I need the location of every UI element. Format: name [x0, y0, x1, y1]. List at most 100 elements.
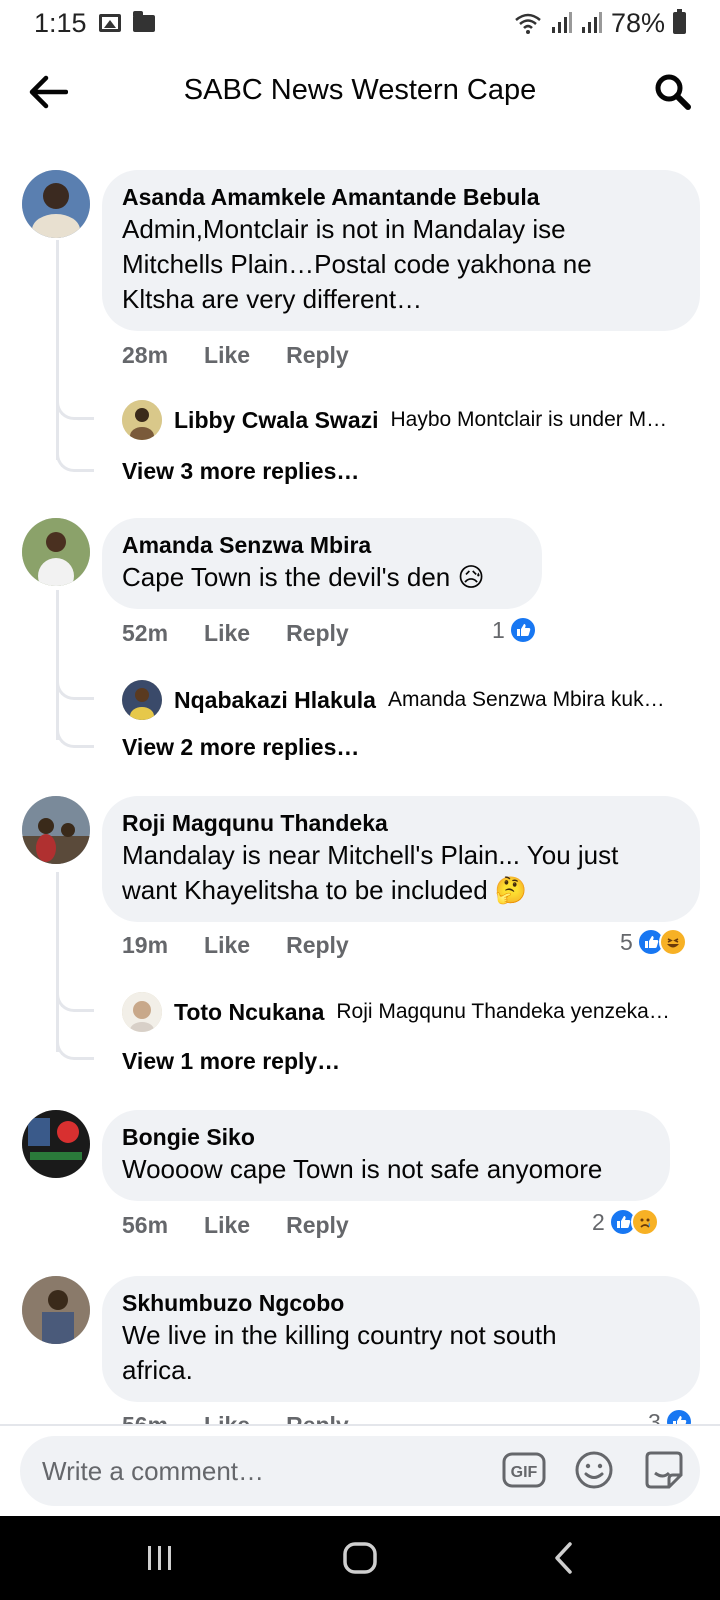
avatar-photo-icon	[22, 518, 90, 586]
reply-preview[interactable]: Libby Cwala Swazi Haybo Montclair is und…	[122, 400, 692, 440]
gif-button[interactable]: GIF	[502, 1448, 546, 1492]
comment-author[interactable]: Skhumbuzo Ngcobo	[122, 1288, 680, 1318]
comment-time: 52m	[122, 620, 169, 646]
comment-composer: GIF	[0, 1426, 720, 1516]
emoji-button[interactable]	[572, 1448, 616, 1492]
comment-text: Woooow cape Town is not safe anyomore	[122, 1154, 603, 1184]
comment-author[interactable]: Amanda Senzwa Mbira	[122, 530, 522, 560]
reaction-count: 1	[492, 616, 505, 643]
thread-branch	[56, 1036, 94, 1060]
avatar-photo-icon	[122, 680, 162, 720]
like-button[interactable]: Like	[204, 1212, 250, 1239]
like-reaction-icon	[508, 616, 537, 644]
system-navigation-bar	[0, 1516, 720, 1600]
like-button[interactable]: Like	[204, 342, 250, 369]
reply-text: Haybo Montclair is under M…	[390, 408, 668, 431]
signal-icon-2	[581, 12, 602, 33]
comment-author[interactable]: Asanda Amamkele Amantande Bebula	[122, 182, 680, 212]
thread-line	[56, 872, 59, 1052]
thread-branch	[56, 396, 94, 420]
reply-avatar[interactable]	[122, 680, 162, 720]
thread-branch	[56, 988, 94, 1012]
reply-avatar[interactable]	[122, 400, 162, 440]
reply-author[interactable]: Toto Ncukana	[174, 999, 324, 1026]
view-more-replies-button[interactable]: View 3 more replies…	[122, 458, 359, 485]
reaction-count: 2	[592, 1208, 605, 1235]
reply-text: Amanda Senzwa Mbira kuk…	[387, 688, 665, 711]
reply-author[interactable]: Libby Cwala Swazi	[174, 407, 379, 434]
search-button[interactable]	[652, 72, 694, 112]
signal-icon-1	[551, 12, 572, 33]
reply-author[interactable]: Nqabakazi Hlakula	[174, 687, 376, 714]
thread-branch	[56, 676, 94, 700]
reply-preview[interactable]: Toto Ncukana Roji Magqunu Thandeka yenze…	[122, 992, 692, 1032]
comment-actions: 52m Like Reply	[122, 620, 349, 647]
battery-icon	[673, 9, 686, 34]
comment-time: 28m	[122, 342, 169, 368]
comment-actions: 28m Like Reply	[122, 342, 349, 369]
smiley-icon	[575, 1451, 613, 1489]
comment-actions: 56m Like Reply	[122, 1212, 349, 1239]
comment-bubble[interactable]: Roji Magqunu Thandeka Mandalay is near M…	[102, 796, 700, 922]
gif-label: GIF	[511, 1464, 538, 1481]
like-button[interactable]: Like	[204, 932, 250, 959]
folder-notification-icon	[132, 10, 155, 32]
recent-apps-icon	[148, 1546, 171, 1570]
thread-line	[56, 590, 59, 740]
gallery-notification-icon	[98, 14, 121, 32]
reaction-summary[interactable]: 2	[592, 1208, 659, 1236]
recent-apps-button[interactable]	[138, 1538, 182, 1578]
reply-button[interactable]: Reply	[286, 620, 349, 647]
home-button[interactable]	[338, 1538, 382, 1578]
avatar-photo-icon	[122, 992, 162, 1032]
system-back-button[interactable]	[542, 1538, 586, 1578]
comment-text: want Khayelitsha to be included 🤔	[122, 875, 528, 905]
reply-button[interactable]: Reply	[286, 932, 349, 959]
comment-text: Admin,Montclair is not in Mandalay ise	[122, 214, 566, 244]
reaction-summary[interactable]: 1	[492, 616, 537, 644]
comment-author[interactable]: Roji Magqunu Thandeka	[122, 808, 680, 838]
view-more-replies-button[interactable]: View 2 more replies…	[122, 734, 359, 761]
comment-actions: 19m Like Reply	[122, 932, 349, 959]
reply-preview[interactable]: Nqabakazi Hlakula Amanda Senzwa Mbira ku…	[122, 680, 692, 720]
reaction-summary[interactable]: 5	[620, 928, 687, 956]
comment-bubble[interactable]: Bongie Siko Woooow cape Town is not safe…	[102, 1110, 670, 1201]
avatar-photo-icon	[122, 400, 162, 440]
reply-avatar[interactable]	[122, 992, 162, 1032]
avatar[interactable]	[22, 1276, 90, 1344]
status-bar: 1:15 78%	[0, 0, 720, 46]
thread-branch	[56, 448, 94, 472]
avatar-photo-icon	[22, 796, 90, 864]
comment-bubble[interactable]: Asanda Amamkele Amantande Bebula Admin,M…	[102, 170, 700, 331]
avatar[interactable]	[22, 796, 90, 864]
wifi-icon	[515, 13, 541, 34]
like-button[interactable]: Like	[204, 620, 250, 647]
clock: 1:15	[34, 7, 87, 38]
comment-text: africa.	[122, 1355, 193, 1385]
comment-text: Mitchells Plain…Postal code yakhona ne	[122, 249, 592, 279]
avatar[interactable]	[22, 518, 90, 586]
comment-text: Mandalay is near Mitchell's Plain... You…	[122, 840, 619, 870]
avatar[interactable]	[22, 1110, 90, 1178]
comment-text: Cape Town is the devil's den 😥	[122, 562, 485, 592]
avatar[interactable]	[22, 170, 90, 238]
haha-reaction-icon	[658, 928, 687, 956]
reply-button[interactable]: Reply	[286, 342, 349, 369]
sticker-button[interactable]	[642, 1448, 686, 1492]
back-chevron-icon	[555, 1542, 572, 1574]
gif-icon: GIF	[502, 1452, 546, 1488]
view-more-replies-button[interactable]: View 1 more reply…	[122, 1048, 340, 1075]
avatar-photo-icon	[22, 170, 90, 238]
reply-text: Roji Magqunu Thandeka yenzeka…	[336, 1000, 670, 1023]
comment-text: Kltsha are very different…	[122, 284, 423, 314]
sad-reaction-icon	[630, 1208, 659, 1236]
avatar-photo-icon	[22, 1110, 90, 1178]
comment-bubble[interactable]: Skhumbuzo Ngcobo We live in the killing …	[102, 1276, 700, 1402]
comment-bubble[interactable]: Amanda Senzwa Mbira Cape Town is the dev…	[102, 518, 542, 609]
home-icon	[343, 1542, 377, 1574]
comment-author[interactable]: Bongie Siko	[122, 1122, 650, 1152]
comment-time: 19m	[122, 932, 169, 958]
avatar-photo-icon	[22, 1276, 90, 1344]
reaction-count: 5	[620, 928, 633, 955]
reply-button[interactable]: Reply	[286, 1212, 349, 1239]
